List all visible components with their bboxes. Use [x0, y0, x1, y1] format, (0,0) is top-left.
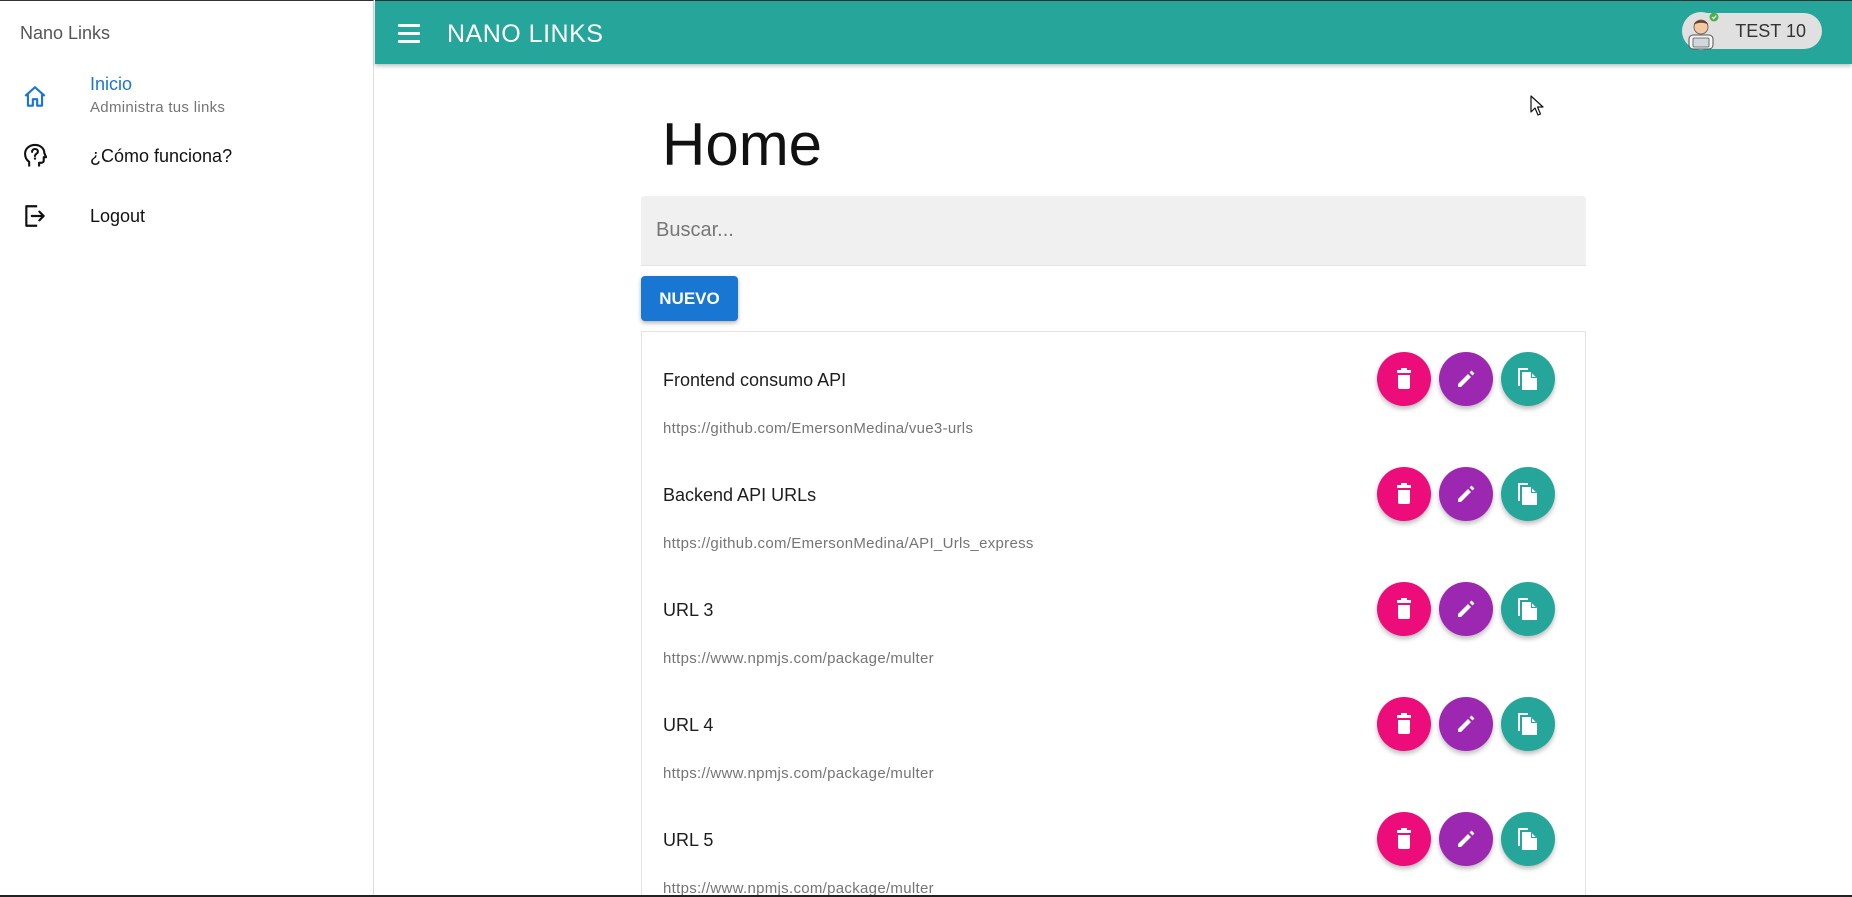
delete-button[interactable]	[1377, 467, 1431, 521]
search-field	[641, 196, 1586, 266]
nav-item-inicio[interactable]: Inicio Administra tus links	[0, 65, 374, 129]
link-title: Backend API URLs	[663, 485, 817, 505]
list-item: URL 3 https://www.npmjs.com/package/mult…	[642, 562, 1585, 677]
mouse-cursor-icon	[1530, 95, 1544, 116]
edit-button[interactable]	[1439, 467, 1493, 521]
app-title: NANO LINKS	[447, 20, 604, 48]
delete-button[interactable]	[1377, 352, 1431, 406]
search-input[interactable]	[641, 196, 1586, 265]
nav-item-logout[interactable]: Logout	[0, 186, 374, 246]
pencil-icon	[1458, 830, 1475, 847]
link-title: URL 5	[663, 830, 714, 850]
new-link-button[interactable]: NUEVO	[641, 276, 738, 321]
trash-icon	[1397, 713, 1411, 734]
nav-label-inicio: Inicio	[90, 74, 133, 94]
list-item: URL 4 https://www.npmjs.com/package/mult…	[642, 677, 1585, 792]
link-url: https://www.npmjs.com/package/multer	[663, 765, 934, 782]
edit-button[interactable]	[1439, 697, 1493, 751]
avatar	[1681, 11, 1721, 51]
nav-label-logout: Logout	[90, 206, 146, 226]
list-item: Frontend consumo API https://github.com/…	[642, 332, 1585, 447]
edit-button[interactable]	[1439, 582, 1493, 636]
link-actions	[1377, 582, 1555, 636]
help-head-icon	[20, 141, 50, 171]
pencil-icon	[1458, 715, 1475, 732]
trash-icon	[1397, 828, 1411, 849]
trash-icon	[1397, 368, 1411, 389]
user-name: TEST 10	[1735, 20, 1806, 41]
page-title: Home	[662, 111, 823, 178]
delete-button[interactable]	[1377, 697, 1431, 751]
copy-icon	[1518, 713, 1537, 735]
copy-icon	[1518, 598, 1537, 620]
edit-button[interactable]	[1439, 352, 1493, 406]
pencil-icon	[1458, 370, 1475, 387]
app-window: Nano Links Inicio Administra tus links ¿…	[0, 0, 1852, 897]
link-url: https://github.com/EmersonMedina/API_Url…	[663, 535, 1034, 552]
pencil-icon	[1458, 485, 1475, 502]
link-url: https://www.npmjs.com/package/multer	[663, 880, 934, 897]
app-bar: NANO LINKS TEST 10	[375, 0, 1852, 64]
menu-icon[interactable]	[393, 17, 425, 49]
copy-icon	[1518, 828, 1537, 850]
link-title: Frontend consumo API	[663, 370, 847, 390]
nav-item-como-funciona[interactable]: ¿Cómo funciona?	[0, 126, 374, 186]
link-actions	[1377, 812, 1555, 866]
user-chip[interactable]: TEST 10	[1681, 11, 1822, 51]
pencil-icon	[1458, 600, 1475, 617]
trash-icon	[1397, 598, 1411, 619]
nav-label-como-funciona: ¿Cómo funciona?	[90, 146, 233, 166]
edit-button[interactable]	[1439, 812, 1493, 866]
navigation-drawer: Nano Links Inicio Administra tus links ¿…	[0, 0, 374, 895]
nav-caption-inicio: Administra tus links	[90, 99, 226, 116]
link-title: URL 4	[663, 715, 714, 735]
logout-icon	[20, 201, 50, 231]
copy-icon	[1518, 483, 1537, 505]
drawer-title: Nano Links	[20, 23, 111, 43]
delete-button[interactable]	[1377, 582, 1431, 636]
link-url: https://github.com/EmersonMedina/vue3-ur…	[663, 420, 974, 437]
link-actions	[1377, 697, 1555, 751]
copy-button[interactable]	[1501, 582, 1555, 636]
link-actions	[1377, 467, 1555, 521]
copy-button[interactable]	[1501, 467, 1555, 521]
links-list: Frontend consumo API https://github.com/…	[641, 331, 1586, 897]
delete-button[interactable]	[1377, 812, 1431, 866]
list-item: Backend API URLs https://github.com/Emer…	[642, 447, 1585, 562]
copy-button[interactable]	[1501, 812, 1555, 866]
home-icon	[20, 82, 50, 112]
copy-button[interactable]	[1501, 697, 1555, 751]
list-item: URL 5 https://www.npmjs.com/package/mult…	[642, 792, 1585, 897]
link-url: https://www.npmjs.com/package/multer	[663, 650, 934, 667]
trash-icon	[1397, 483, 1411, 504]
link-actions	[1377, 352, 1555, 406]
copy-button[interactable]	[1501, 352, 1555, 406]
link-title: URL 3	[663, 600, 714, 620]
copy-icon	[1518, 368, 1537, 390]
